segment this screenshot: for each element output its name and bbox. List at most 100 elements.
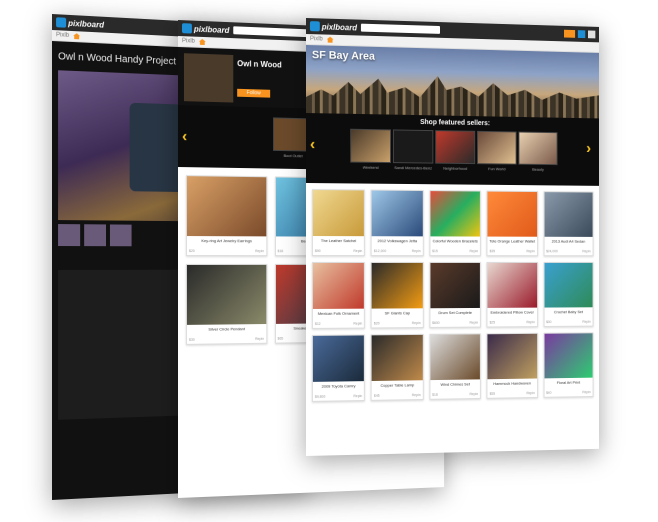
product-meta: $20 Repin [187, 248, 266, 255]
repin-link[interactable]: Repin [470, 249, 479, 253]
search-input[interactable] [233, 26, 313, 38]
product-card[interactable]: 2012 Volkswagen Jetta $12,000 Repin [371, 189, 424, 257]
repin-link[interactable]: Repin [353, 322, 362, 326]
chevron-left-icon[interactable]: ‹ [310, 136, 320, 153]
search-input[interactable] [360, 23, 441, 34]
product-image [186, 176, 266, 237]
product-price: $30 [546, 320, 552, 325]
product-price: $65 [277, 336, 284, 341]
product-meta: $30 Repin [187, 336, 266, 344]
product-card[interactable]: Floral Art Print $40 Repin [543, 332, 594, 398]
skyline-image [306, 73, 599, 118]
repin-link[interactable]: Repin [412, 249, 421, 253]
product-meta: $24,000 Repin [544, 248, 592, 255]
repin-link[interactable]: Repin [255, 249, 264, 253]
product-card[interactable]: Silver Circle Pendant $30 Repin [185, 263, 267, 345]
product-card[interactable]: Copper Table Lamp $45 Repin [371, 333, 424, 401]
product-price: $45 [373, 393, 380, 398]
product-price: $20 [373, 321, 380, 326]
repin-link[interactable]: Repin [470, 392, 479, 396]
home-icon[interactable] [327, 37, 334, 43]
brand-logo[interactable]: pixlboard [181, 23, 229, 35]
home-icon[interactable] [73, 33, 80, 39]
repin-link[interactable]: Repin [412, 393, 421, 397]
repin-link[interactable]: Repin [582, 249, 590, 253]
seller-thumb [350, 128, 392, 164]
product-meta: $9,800 Repin [313, 393, 364, 401]
product-card[interactable]: 2009 Toyota Camry $9,800 Repin [311, 334, 366, 402]
home-icon[interactable] [199, 39, 206, 45]
product-card[interactable]: Crochet Baby Set $30 Repin [543, 261, 594, 327]
product-meta: $90 Repin [313, 248, 364, 255]
thumbnail[interactable] [109, 224, 132, 247]
product-image [430, 191, 481, 237]
product-meta: $35 Repin [488, 248, 537, 255]
product-image [372, 262, 423, 309]
product-image [312, 262, 365, 309]
crumb-label[interactable]: Pixlb [182, 38, 195, 44]
product-card[interactable]: Drum Set Complete $600 Repin [429, 261, 482, 328]
repin-link[interactable]: Repin [255, 337, 264, 341]
product-card[interactable]: Colorful Wooden Bracelets $15 Repin [429, 190, 482, 257]
thumbnail[interactable] [84, 224, 107, 247]
product-card[interactable]: Tote Orange Leather Wallet $35 Repin [486, 190, 538, 257]
repin-link[interactable]: Repin [526, 391, 535, 395]
repin-link[interactable]: Repin [582, 320, 590, 324]
repin-link[interactable]: Repin [582, 390, 590, 394]
user-avatar[interactable] [587, 30, 596, 39]
product-image [544, 333, 593, 379]
search-button[interactable] [577, 30, 586, 39]
brand-logo[interactable]: pixlboard [56, 17, 104, 29]
chevron-right-icon[interactable]: › [586, 140, 595, 157]
product-title: 2013 Audi A4 Sedan [551, 238, 586, 244]
product-image [430, 262, 481, 309]
brand-logo[interactable]: pixlboard [309, 21, 357, 32]
chevron-left-icon[interactable]: ‹ [182, 128, 192, 145]
seller-card[interactable]: Sandi Mercedes-Benz [392, 129, 434, 170]
product-price: $24,000 [546, 249, 558, 254]
product-card[interactable]: Wind Chimes Set $18 Repin [429, 333, 482, 400]
product-title: Colorful Wooden Bracelets [432, 238, 478, 244]
repin-link[interactable]: Repin [526, 249, 535, 253]
mockup-stage: pixlboard Pixlb Owl n Wood Handy Project… [0, 0, 658, 522]
product-card[interactable]: The Leather Satchel $90 Repin [311, 189, 366, 257]
product-price: $40 [546, 390, 552, 395]
crumb-label[interactable]: Pixlb [310, 36, 323, 42]
product-card[interactable]: 2013 Audi A4 Sedan $24,000 Repin [543, 191, 594, 257]
seller-carousel: Weekend Sandi Mercedes-Benz Neighborhood… [306, 124, 599, 172]
repin-link[interactable]: Repin [412, 321, 421, 325]
product-title: Embroidered Pillow Cover [490, 309, 534, 315]
product-card[interactable]: Embroidered Pillow Cover $25 Repin [486, 261, 538, 328]
product-price: $20 [188, 249, 195, 254]
product-title: 2012 Volkswagen Jetta [377, 238, 418, 244]
logo-icon [181, 23, 192, 34]
post-button[interactable] [564, 29, 576, 38]
product-price: $15 [432, 249, 438, 254]
product-card[interactable]: Key-ring Art Jewelry Earrings $20 Repin [185, 175, 267, 257]
front-screen: pixlboard Pixlb SF Bay Area Shop feature… [306, 18, 600, 456]
crumb-label[interactable]: Pixlb [56, 32, 69, 39]
product-price: $12,000 [373, 249, 387, 254]
product-card[interactable]: Mexican Folk Ornament $12 Repin [311, 261, 366, 329]
seller-thumb [477, 130, 517, 165]
product-card[interactable]: Hammock Handwoven $55 Repin [486, 332, 538, 399]
repin-link[interactable]: Repin [353, 394, 362, 398]
seller-card[interactable]: Weekend [350, 128, 392, 170]
seller-card[interactable]: Fun World [477, 130, 517, 172]
product-title: 2009 Toyota Camry [321, 383, 356, 389]
product-image [487, 333, 537, 380]
product-meta: $12 Repin [313, 321, 364, 328]
repin-link[interactable]: Repin [470, 321, 479, 325]
product-card[interactable]: SF Giants Cap $20 Repin [371, 261, 424, 329]
seller-card[interactable]: Neighborhood [435, 130, 476, 171]
seller-thumb [392, 129, 434, 164]
seller-card[interactable]: Beauty [518, 131, 558, 172]
thumbnail[interactable] [58, 224, 81, 247]
hero-title: SF Bay Area [311, 49, 375, 63]
repin-link[interactable]: Repin [526, 320, 535, 324]
city-hero: SF Bay Area [306, 45, 600, 119]
follow-button[interactable]: Follow [237, 88, 271, 98]
product-meta: $25 Repin [488, 319, 537, 326]
repin-link[interactable]: Repin [353, 249, 362, 253]
product-title: Drum Set Complete [438, 309, 472, 316]
